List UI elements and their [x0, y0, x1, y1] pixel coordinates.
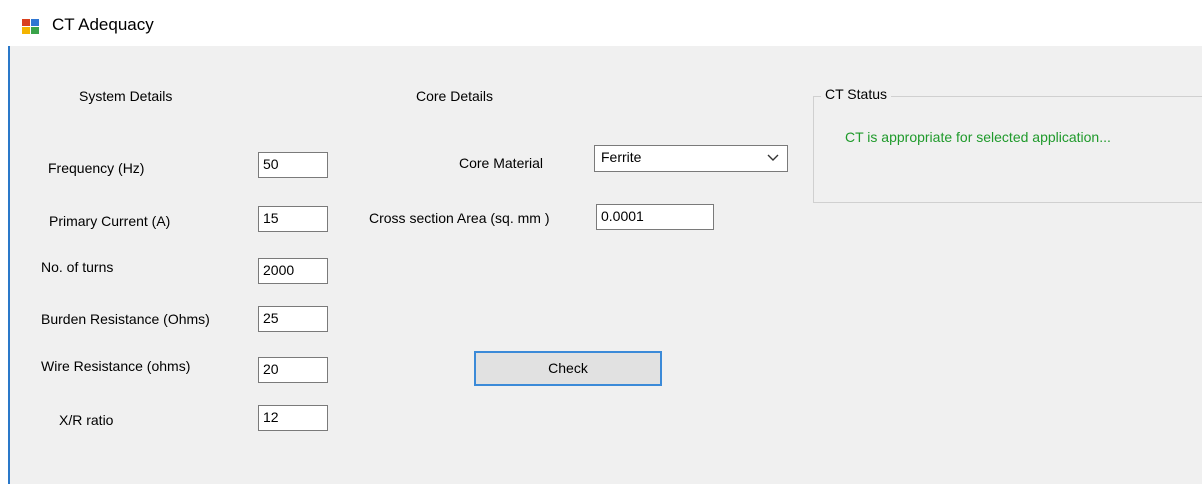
turns-input[interactable]: 2000: [258, 258, 328, 284]
frequency-label: Frequency (Hz): [48, 160, 145, 176]
ct-status-title: CT Status: [821, 86, 891, 102]
burden-resistance-label: Burden Resistance (Ohms): [41, 311, 210, 327]
xr-ratio-label: X/R ratio: [59, 412, 114, 428]
title-bar: CT Adequacy: [0, 0, 1202, 46]
window-title: CT Adequacy: [52, 15, 154, 34]
primary-current-input[interactable]: 15: [258, 206, 328, 232]
primary-current-label: Primary Current (A): [49, 213, 171, 229]
system-details-heading: System Details: [79, 88, 173, 104]
burden-resistance-input[interactable]: 25: [258, 306, 328, 332]
core-material-select[interactable]: Ferrite: [594, 145, 788, 172]
cross-section-area-input[interactable]: 0.0001: [596, 204, 714, 230]
wire-resistance-label: Wire Resistance (ohms): [41, 358, 191, 374]
frequency-input[interactable]: 50: [258, 152, 328, 178]
core-material-value: Ferrite: [601, 149, 642, 165]
core-details-heading: Core Details: [416, 88, 494, 104]
app-icon: [22, 19, 39, 34]
ct-status-message: CT is appropriate for selected applicati…: [845, 129, 1111, 145]
check-button[interactable]: Check: [474, 351, 662, 386]
xr-ratio-input[interactable]: 12: [258, 405, 328, 431]
cross-section-area-label: Cross section Area (sq. mm ): [369, 210, 550, 226]
core-material-label: Core Material: [459, 155, 544, 171]
ct-status-group: [813, 96, 1202, 203]
wire-resistance-input[interactable]: 20: [258, 357, 328, 383]
chevron-down-icon: [767, 154, 779, 161]
turns-label: No. of turns: [41, 259, 114, 275]
